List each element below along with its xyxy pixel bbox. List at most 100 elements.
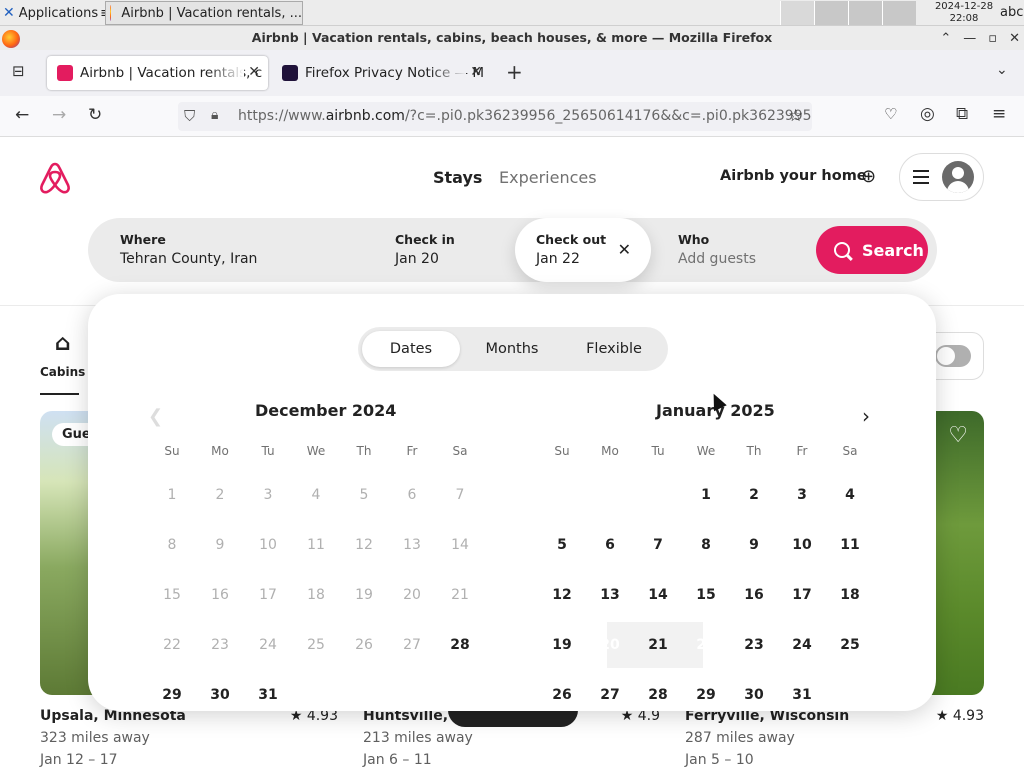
calendar-day[interactable]: 7: [634, 522, 682, 568]
calendar-day[interactable]: 10: [778, 522, 826, 568]
workspace-1[interactable]: [780, 1, 814, 25]
calendar-day: 8: [167, 537, 177, 553]
calendar-day[interactable]: 15: [682, 572, 730, 618]
stays-tab[interactable]: Stays: [433, 168, 482, 187]
toggle-switch[interactable]: [935, 345, 971, 367]
url-prefix: https://www.: [238, 108, 326, 124]
calendar-day[interactable]: 11: [826, 522, 874, 568]
tracking-shield-icon[interactable]: ⛉: [184, 107, 195, 125]
calendar-day[interactable]: 9: [730, 522, 778, 568]
taskbar-window-button[interactable]: Airbnb | Vacation rentals, ...: [105, 1, 303, 25]
mode-dates-tab[interactable]: Dates: [362, 331, 460, 367]
extensions-icon[interactable]: ⧉: [956, 104, 968, 124]
input-method-indicator[interactable]: abc: [1000, 5, 1023, 20]
calendar-day: 19: [355, 587, 373, 603]
workspace-3[interactable]: [848, 1, 882, 25]
calendar-day: 17: [259, 587, 277, 603]
calendar-day[interactable]: 29: [148, 672, 196, 718]
new-tab-icon[interactable]: +: [506, 60, 523, 84]
calendar-day[interactable]: 12: [538, 572, 586, 618]
search-icon: [834, 242, 850, 258]
close-icon[interactable]: ✕: [1009, 31, 1020, 46]
calendar-day: 20: [403, 587, 421, 603]
globe-icon[interactable]: ⊕: [861, 166, 876, 187]
account-icon[interactable]: ◎: [920, 104, 935, 124]
prev-month-icon[interactable]: ❮: [148, 406, 163, 427]
calendar-day: 2: [215, 487, 225, 503]
mode-flexible-tab[interactable]: Flexible: [564, 331, 664, 367]
search-button-label: Search: [862, 240, 924, 260]
taskbar: ✕Applications≡ Airbnb | Vacation rentals…: [0, 0, 1024, 26]
calendar-day[interactable]: 1: [682, 472, 730, 518]
calendar-day[interactable]: 21: [634, 622, 682, 668]
workspace-switcher[interactable]: [780, 1, 916, 25]
taskbar-window-label: Airbnb | Vacation rentals, ...: [121, 5, 302, 21]
calendar-day[interactable]: 18: [826, 572, 874, 618]
applications-menu[interactable]: ✕Applications≡: [0, 0, 111, 26]
calendar-day[interactable]: 17: [778, 572, 826, 618]
calendar-day[interactable]: 6: [586, 522, 634, 568]
calendar-day[interactable]: 31: [244, 672, 292, 718]
close-tab-icon[interactable]: ✕: [248, 64, 260, 80]
minimize-icon[interactable]: —: [963, 31, 976, 46]
who-field[interactable]: Who Add guests: [678, 218, 808, 282]
calendar-day[interactable]: 23: [730, 622, 778, 668]
next-month-icon[interactable]: ›: [862, 404, 870, 428]
calendar-day[interactable]: 28: [436, 622, 484, 668]
close-tab-icon[interactable]: ✕: [470, 64, 482, 80]
workspace-2[interactable]: [814, 1, 848, 25]
calendar-day[interactable]: 16: [730, 572, 778, 618]
tab-airbnb[interactable]: Airbnb | Vacation rentals, c ✕: [47, 56, 268, 90]
pocket-icon[interactable]: ♡: [884, 105, 897, 123]
list-tabs-icon[interactable]: ⌄: [996, 62, 1008, 78]
back-icon[interactable]: ←: [15, 105, 29, 125]
clock[interactable]: 2024-12-28 22:08: [930, 1, 998, 25]
firefox-view-icon[interactable]: ⊟: [12, 62, 25, 80]
airbnb-logo-icon[interactable]: [39, 161, 71, 195]
calendar-day[interactable]: 4: [826, 472, 874, 518]
calendar-day[interactable]: 26: [538, 672, 586, 718]
calendar-day[interactable]: 8: [682, 522, 730, 568]
reload-icon[interactable]: ↻: [88, 105, 102, 125]
calendar-day[interactable]: 19: [538, 622, 586, 668]
airbnb-your-home-link[interactable]: Airbnb your home: [720, 168, 867, 184]
calendar-day[interactable]: 28: [634, 672, 682, 718]
tab-privacy-notice[interactable]: Firefox Privacy Notice — M ✕: [272, 56, 490, 90]
where-field[interactable]: Where Tehran County, Iran: [120, 218, 360, 282]
clear-date-icon[interactable]: ✕: [618, 240, 631, 259]
calendar-day[interactable]: 2: [730, 472, 778, 518]
user-menu-button[interactable]: [899, 153, 984, 201]
experiences-tab[interactable]: Experiences: [499, 168, 597, 187]
lock-icon[interactable]: 🔒︎: [211, 107, 218, 123]
calendar-day[interactable]: 13: [586, 572, 634, 618]
restore-icon[interactable]: ▫: [988, 31, 997, 46]
calendar-day[interactable]: 5: [538, 522, 586, 568]
checkin-field[interactable]: Check in Jan 20: [395, 218, 505, 282]
url-bar[interactable]: https://www.airbnb.com/?c=.pi0.pk3623995…: [178, 102, 812, 131]
calendar-day: 5: [359, 487, 369, 503]
calendar-day[interactable]: 25: [826, 622, 874, 668]
calendar-day[interactable]: 30: [730, 672, 778, 718]
calendar-day: 23: [211, 637, 229, 653]
calendar-day[interactable]: 3: [778, 472, 826, 518]
workspace-4[interactable]: [882, 1, 916, 25]
forward-icon[interactable]: →: [52, 105, 66, 125]
tab-strip: ⊟ Airbnb | Vacation rentals, c ✕ Firefox …: [0, 50, 1024, 96]
calendar-day[interactable]: 31: [778, 672, 826, 718]
calendar-day[interactable]: 29: [682, 672, 730, 718]
mode-months-tab[interactable]: Months: [462, 331, 562, 367]
calendar-day[interactable]: 22: [682, 622, 730, 668]
bookmark-star-icon[interactable]: ☆: [788, 106, 803, 126]
calendar-day[interactable]: 30: [196, 672, 244, 718]
calendar-day[interactable]: 27: [586, 672, 634, 718]
calendar-day[interactable]: 14: [634, 572, 682, 618]
calendar-day[interactable]: 20: [586, 622, 634, 668]
maximize-up-icon[interactable]: ⌃: [940, 31, 951, 46]
checkout-field[interactable]: Check out Jan 22 ✕: [515, 218, 651, 282]
where-label: Where: [120, 232, 166, 247]
heart-icon[interactable]: ♡: [948, 423, 968, 448]
search-button[interactable]: Search: [816, 226, 928, 274]
category-cabins[interactable]: ⌂ Cabins: [40, 333, 85, 380]
app-menu-icon[interactable]: ≡: [992, 104, 1006, 124]
calendar-day[interactable]: 24: [778, 622, 826, 668]
